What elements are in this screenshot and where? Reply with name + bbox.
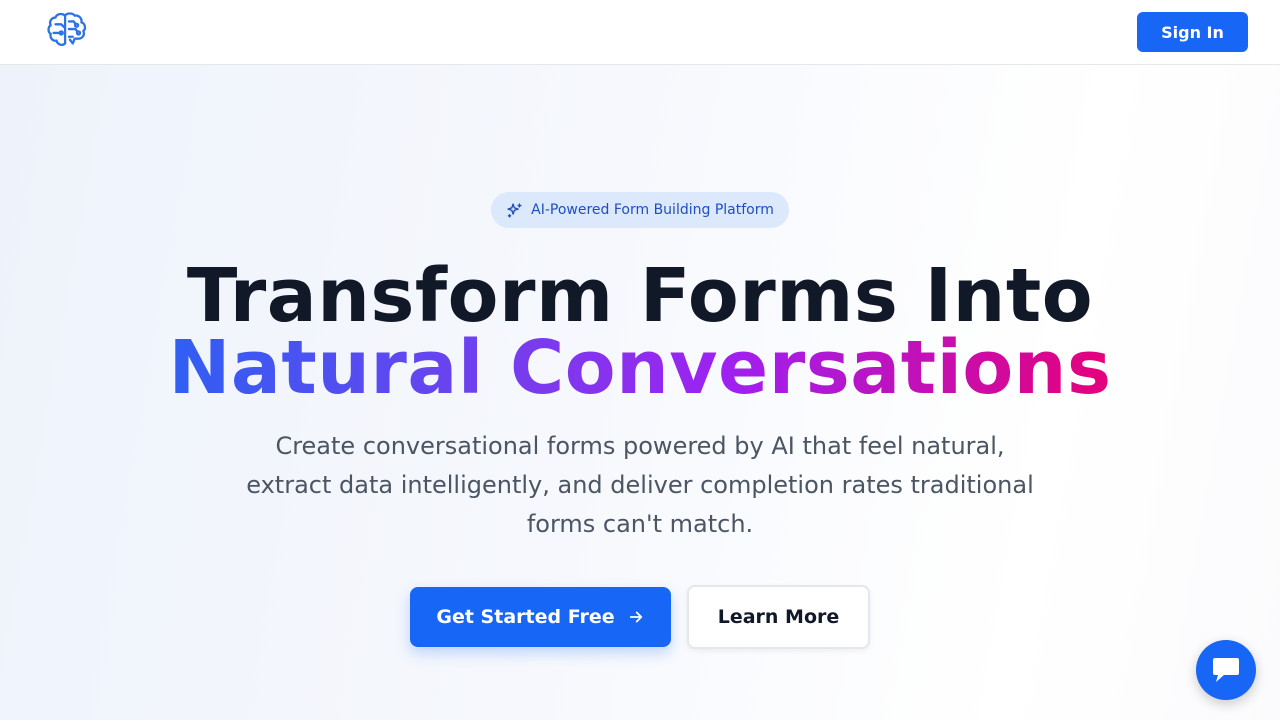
sparkles-icon xyxy=(507,202,522,218)
chat-icon xyxy=(1213,658,1239,682)
platform-badge: AI-Powered Form Building Platform xyxy=(491,192,789,228)
badge-text: AI-Powered Form Building Platform xyxy=(531,202,774,218)
hero-title-line2: Natural Conversations xyxy=(0,327,1280,409)
hero-title-gradient-text: Natural Conversations xyxy=(168,325,1112,411)
sign-in-button[interactable]: Sign In xyxy=(1137,12,1248,52)
learn-more-button[interactable]: Learn More xyxy=(687,585,870,649)
get-started-button[interactable]: Get Started Free xyxy=(410,587,671,647)
top-navbar: Sign In xyxy=(0,0,1280,65)
get-started-label: Get Started Free xyxy=(436,606,615,628)
hero-subtitle: Create conversational forms powered by A… xyxy=(246,432,1034,538)
hero-section: AI-Powered Form Building Platform Transf… xyxy=(0,65,1280,720)
arrow-right-icon xyxy=(629,611,642,623)
chat-widget-button[interactable] xyxy=(1196,640,1256,700)
brain-circuit-icon[interactable] xyxy=(44,8,90,54)
